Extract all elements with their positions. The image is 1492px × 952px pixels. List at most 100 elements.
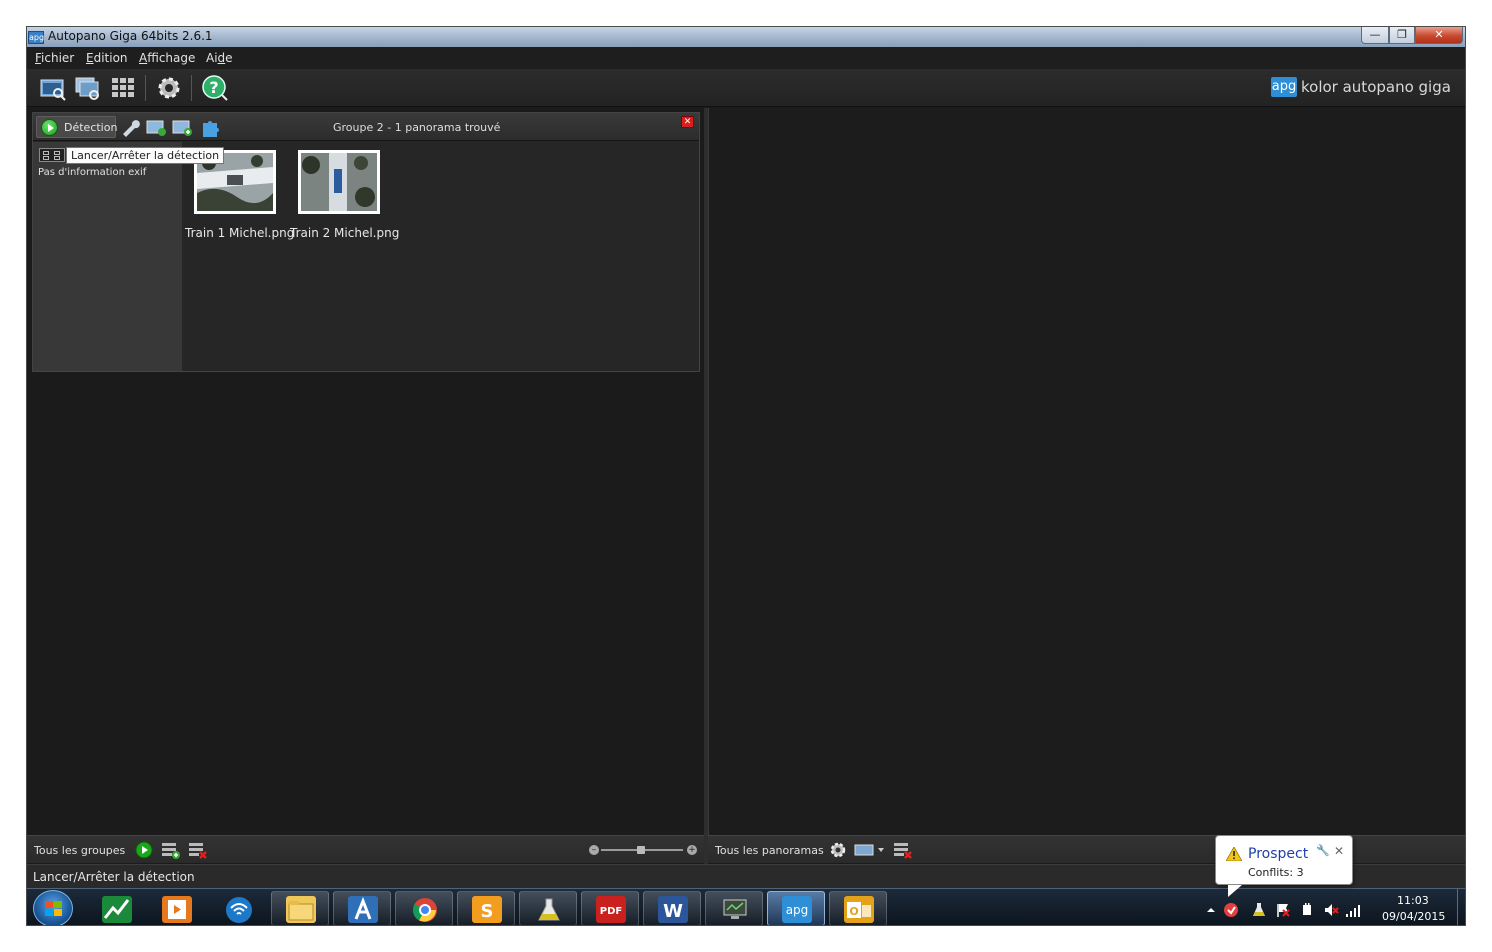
signal-bars-icon[interactable] <box>1345 902 1361 918</box>
taskbar-app-outlook[interactable]: O <box>829 891 887 925</box>
wifi-icon <box>224 896 254 923</box>
clock-time[interactable]: 11:03 <box>1397 894 1429 907</box>
taskbar-app-chemistry[interactable] <box>519 891 577 925</box>
taskbar-app-pdf[interactable]: PDF <box>581 891 639 925</box>
panoramas-pane <box>708 108 1465 862</box>
wrench-icon[interactable]: 🔧 <box>1316 844 1330 857</box>
add-group-icon[interactable] <box>160 840 182 860</box>
letter-s-icon: S <box>472 896 502 923</box>
main-toolbar: ? apg kolor autopano giga <box>27 69 1465 107</box>
menu-aide[interactable]: Aide <box>206 51 233 65</box>
balloon-title: Prospect <box>1248 846 1309 862</box>
svg-text:W: W <box>663 901 683 922</box>
taskbar-app-sublime[interactable]: S <box>457 891 515 925</box>
thumbnails-area: Train 1 Michel.png Train 2 Michel.png <box>183 142 697 371</box>
taskbar-app-chrome[interactable] <box>395 891 453 925</box>
minimize-button[interactable]: — <box>1361 27 1389 44</box>
toolbar-separator <box>191 75 192 101</box>
media-player-icon <box>162 896 192 923</box>
taskbar-app-network[interactable] <box>209 891 267 925</box>
menu-fichier[interactable]: Fichier <box>35 51 74 65</box>
brand-badge: apg <box>1271 77 1297 97</box>
monitor-icon <box>720 896 750 923</box>
maximize-button[interactable]: ❐ <box>1389 27 1415 44</box>
groups-pane: Détection Groupe 2 - 1 panorama trouvé ✕ <box>27 108 704 862</box>
flask-tray-icon[interactable] <box>1251 902 1267 918</box>
action-center-flag-icon[interactable] <box>1275 902 1291 918</box>
zoom-in-icon[interactable]: + <box>687 845 697 855</box>
balloon-message: Conflits: 3 <box>1248 866 1304 879</box>
taskbar-app-autopano[interactable]: apg <box>767 891 825 925</box>
settings-gear-icon[interactable] <box>155 74 183 102</box>
outlook-icon: O <box>844 896 874 923</box>
close-button[interactable]: ✕ <box>1415 27 1463 44</box>
menu-bar: Fichier Edition Affichage Aide <box>27 47 1465 69</box>
grid-detect-icon[interactable] <box>109 74 137 102</box>
apg-icon: apg <box>782 896 812 923</box>
add-image-icon[interactable] <box>171 117 193 137</box>
show-desktop-button[interactable] <box>1457 889 1465 925</box>
zoom-out-icon[interactable]: – <box>589 845 599 855</box>
group-header: Détection Groupe 2 - 1 panorama trouvé ✕ <box>33 113 699 141</box>
prospect-tray-icon[interactable] <box>1223 902 1239 918</box>
edit-image-icon[interactable] <box>145 117 167 137</box>
wrench-icon[interactable] <box>119 117 141 137</box>
volume-muted-icon[interactable] <box>1323 902 1339 918</box>
app-window: apg Autopano Giga 64bits 2.6.1 — ❐ ✕ Fic… <box>26 26 1466 926</box>
show-hidden-icons-icon[interactable] <box>1203 902 1219 918</box>
close-group-icon[interactable]: ✕ <box>681 116 694 128</box>
delete-group-icon[interactable] <box>187 840 209 860</box>
toolbar-separator <box>145 75 146 101</box>
image-thumbnail[interactable] <box>298 150 380 214</box>
zoom-knob[interactable] <box>637 846 645 854</box>
svg-text:S: S <box>481 901 494 922</box>
start-button[interactable] <box>33 890 73 925</box>
taskbar-app-word[interactable]: W <box>643 891 701 925</box>
svg-text:PDF: PDF <box>600 906 622 917</box>
flask-icon <box>534 896 564 923</box>
windows-flag-icon <box>54 909 62 916</box>
play-icon <box>41 119 58 136</box>
svg-text:apg: apg <box>786 903 809 917</box>
taskbar-app-stock[interactable] <box>87 891 145 925</box>
detection-label: Détection <box>64 121 118 134</box>
menu-edition[interactable]: Edition <box>86 51 128 65</box>
exif-info: Pas d'information exif <box>38 167 147 178</box>
menu-affichage[interactable]: Affichage <box>139 51 195 65</box>
title-bar[interactable]: apg Autopano Giga 64bits 2.6.1 — ❐ ✕ <box>27 27 1465 47</box>
detection-button[interactable]: Détection <box>36 116 118 138</box>
play-detection-icon[interactable] <box>133 840 155 860</box>
render-settings-gear-icon[interactable] <box>827 840 849 860</box>
svg-text:O: O <box>849 905 858 918</box>
taskbar-app-remote[interactable] <box>705 891 763 925</box>
delete-panorama-icon[interactable] <box>892 840 914 860</box>
group-panel: Détection Groupe 2 - 1 panorama trouvé ✕ <box>32 112 700 372</box>
taskbar-app-explorer[interactable] <box>271 891 329 925</box>
balloon-close-icon[interactable]: ✕ <box>1334 844 1344 858</box>
zoom-slider[interactable]: – + <box>589 843 699 857</box>
render-batch-icon[interactable] <box>853 840 889 860</box>
warning-icon <box>1225 846 1243 862</box>
status-text: Lancer/Arrêter la détection <box>33 870 195 884</box>
windows-flag-icon <box>45 909 53 916</box>
puzzle-icon[interactable] <box>199 117 221 137</box>
window-title: Autopano Giga 64bits 2.6.1 <box>48 29 213 43</box>
clock-date[interactable]: 09/04/2015 <box>1382 910 1445 923</box>
power-plug-icon[interactable] <box>1299 902 1315 918</box>
open-folder-icon[interactable] <box>39 74 67 102</box>
chrome-icon <box>410 896 440 923</box>
grid-view-icon[interactable] <box>39 148 65 162</box>
help-icon[interactable]: ? <box>201 74 229 102</box>
taskbar-app-autocad[interactable] <box>333 891 391 925</box>
brand-text: kolor autopano giga <box>1301 78 1451 96</box>
notification-balloon[interactable]: Prospect 🔧 ✕ Conflits: 3 <box>1215 835 1353 897</box>
letter-a-icon <box>348 896 378 923</box>
windows-flag-icon <box>45 901 53 908</box>
import-images-icon[interactable] <box>73 74 101 102</box>
stock-chart-icon <box>102 896 132 923</box>
windows-taskbar: S PDF W apg O 11:03 09/04/2015 <box>27 888 1465 925</box>
group-info-sidebar: Lancer/Arrêter la détection Pas d'inform… <box>33 142 225 371</box>
detection-tooltip: Lancer/Arrêter la détection <box>66 147 225 164</box>
taskbar-app-media[interactable] <box>147 891 205 925</box>
image-label: Train 2 Michel.png <box>290 226 400 240</box>
